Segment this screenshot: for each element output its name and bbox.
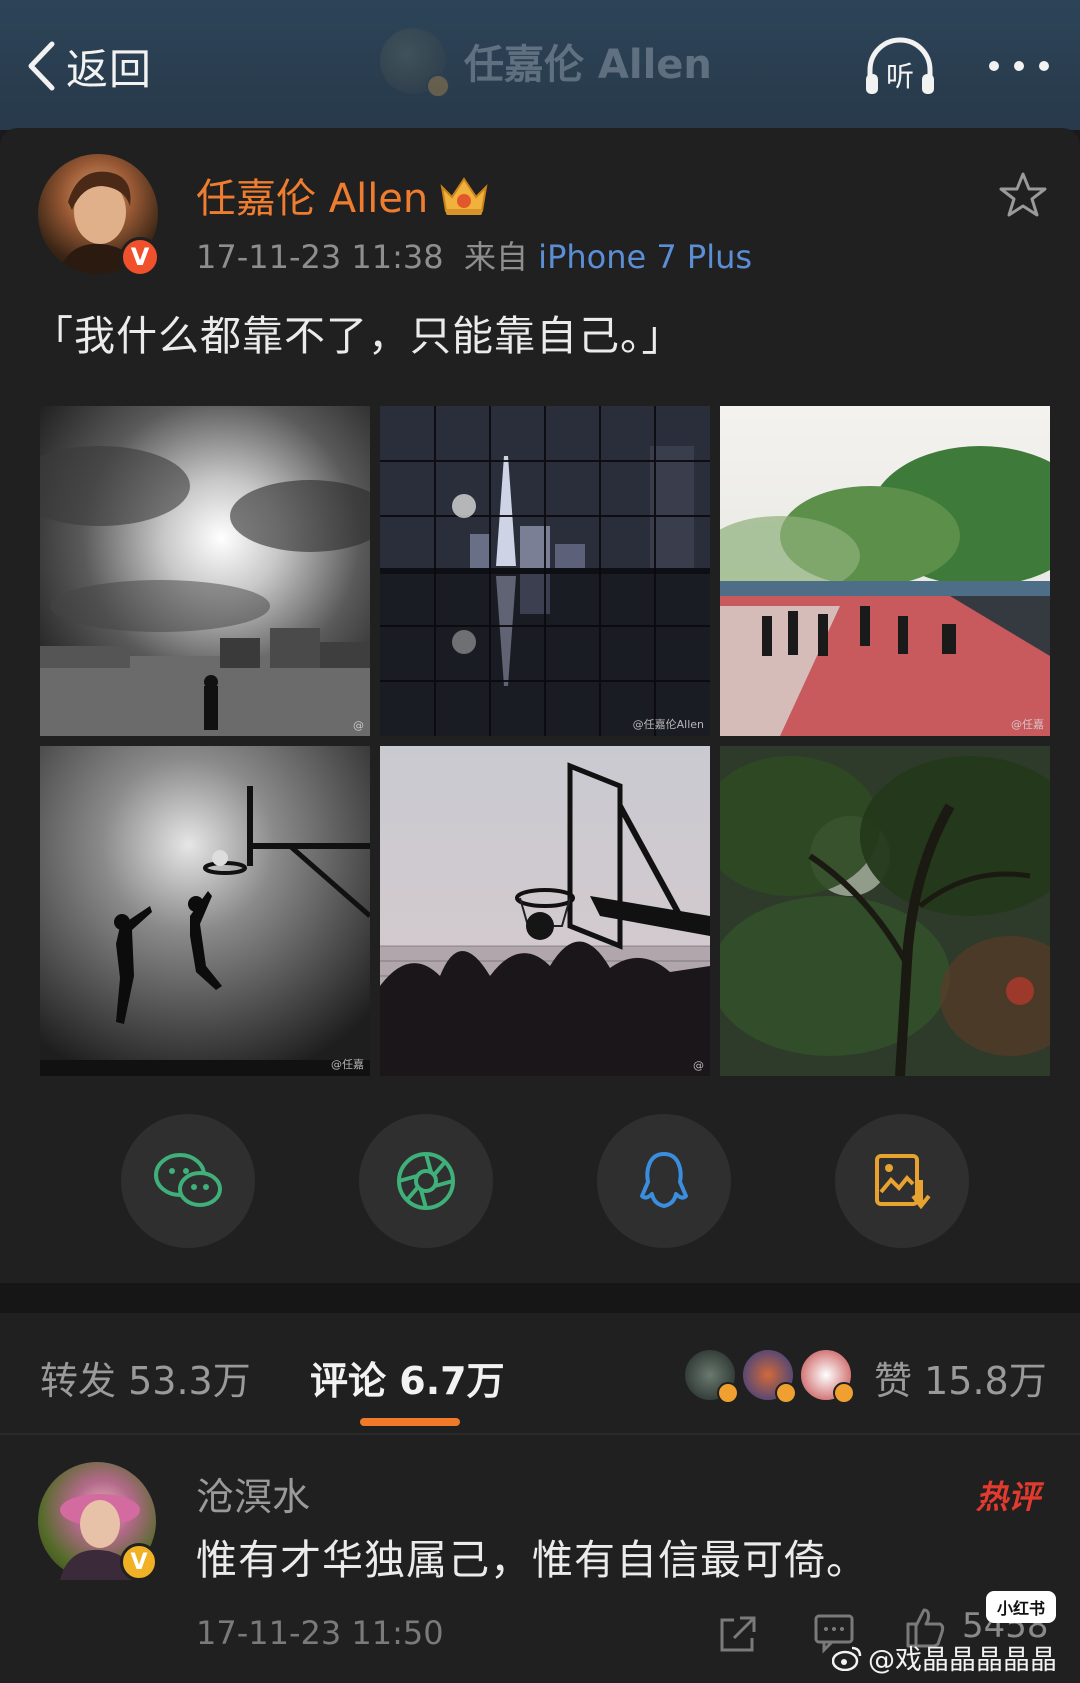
share-moments-button[interactable] [359, 1114, 493, 1248]
post-source-prefix: 来自 [463, 238, 528, 276]
save-image-button[interactable] [835, 1114, 969, 1248]
repost-count: 53.3万 [128, 1359, 251, 1403]
like-label: 赞 [874, 1359, 913, 1403]
weibo-logo-icon [832, 1646, 862, 1671]
listen-headphones-icon[interactable]: 听 [862, 34, 938, 98]
share-qq-button[interactable] [597, 1114, 731, 1248]
comment-text: 惟有才华独属己，惟有自信最可倚。 [196, 1536, 868, 1584]
moments-icon [397, 1152, 455, 1210]
comment-timestamp: 17-11-23 11:50 [196, 1614, 444, 1652]
like-count: 15.8万 [924, 1359, 1047, 1403]
tab-reposts[interactable]: 转发 53.3万 [40, 1350, 251, 1405]
liker-avatar [683, 1348, 739, 1404]
share-icon[interactable] [716, 1612, 760, 1656]
liker-avatar [799, 1348, 855, 1404]
vip-crown-icon [440, 177, 488, 215]
post-image-5[interactable]: @ [380, 746, 710, 1076]
post-device-link[interactable]: iPhone 7 Plus [538, 238, 752, 276]
post-image-6[interactable] [720, 746, 1050, 1076]
share-wechat-button[interactable] [121, 1114, 255, 1248]
image-watermark: @任嘉 [331, 1058, 364, 1071]
post-image-2[interactable]: @任嘉伦Allen [380, 406, 710, 736]
weibo-handle: @戏晶晶晶晶晶 [868, 1645, 1057, 1676]
chevron-left-icon [28, 41, 55, 91]
author-name[interactable]: 任嘉伦 Allen [196, 166, 428, 224]
post-image-4[interactable]: @任嘉 [40, 746, 370, 1076]
section-divider [0, 1283, 1080, 1313]
comment-count: 6.7万 [399, 1359, 505, 1403]
commenter-name[interactable]: 沧溟水 [196, 1466, 310, 1521]
image-watermark: @任嘉伦Allen [632, 718, 704, 731]
back-label: 返回 [66, 44, 153, 94]
image-watermark: @ [693, 1059, 704, 1072]
author-row[interactable]: 任嘉伦 Allen [196, 166, 490, 224]
post-image-1[interactable]: @ [40, 406, 370, 736]
active-tab-indicator [360, 1418, 460, 1426]
post-image-3[interactable]: @任嘉 [720, 406, 1050, 736]
svg-text:听: 听 [886, 60, 914, 93]
star-favorite-icon[interactable] [998, 170, 1048, 220]
weibo-watermark: @戏晶晶晶晶晶 [832, 1638, 1057, 1677]
post-meta: 17-11-23 11:38 来自 iPhone 7 Plus [196, 232, 752, 278]
nav-title-faded: 任嘉伦 Allen [380, 28, 712, 98]
commenter-verified-badge: V [120, 1543, 158, 1581]
post-text: 「我什么都靠不了，只能靠自己。」 [32, 312, 684, 360]
tab-comments[interactable]: 评论 6.7万 [310, 1350, 505, 1405]
post-timestamp: 17-11-23 11:38 [196, 238, 444, 276]
hot-comment-badge: 热评 [976, 1478, 1041, 1516]
save-image-icon [875, 1154, 931, 1210]
comment-label: 评论 [310, 1359, 387, 1403]
qq-icon [640, 1152, 688, 1208]
wechat-icon [154, 1153, 222, 1207]
xiaohongshu-badge: 小红书 [986, 1591, 1056, 1623]
liker-avatar [741, 1348, 797, 1404]
more-options-icon[interactable] [984, 46, 1054, 86]
repost-label: 转发 [40, 1359, 117, 1403]
image-watermark: @ [353, 719, 364, 732]
nav-avatar [380, 28, 450, 98]
tab-likes[interactable]: 赞 15.8万 [874, 1350, 1047, 1405]
verified-badge: V [120, 237, 160, 277]
back-button[interactable]: 返回 [26, 38, 152, 94]
nav-title: 任嘉伦 Allen [464, 42, 712, 88]
image-watermark: @任嘉 [1011, 718, 1044, 731]
